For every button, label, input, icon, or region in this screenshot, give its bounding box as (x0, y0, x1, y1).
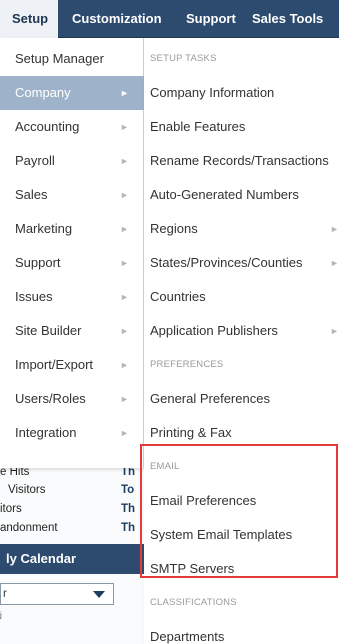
menu-item-payroll[interactable]: Payroll ► (0, 144, 144, 178)
chevron-right-icon: ► (120, 190, 129, 200)
menu-item-setup-manager[interactable]: Setup Manager (0, 42, 144, 76)
submenu-item-general-preferences[interactable]: General Preferences (144, 382, 339, 416)
calendar-portlet-header: ly Calendar (0, 544, 144, 574)
chevron-right-icon: ► (330, 326, 339, 336)
menu-item-issues[interactable]: Issues ► (0, 280, 144, 314)
submenu-item-application-publishers[interactable]: Application Publishers ► (144, 314, 339, 348)
submenu-item-company-information[interactable]: Company Information (144, 76, 339, 110)
menu-item-import-export[interactable]: Import/Export ► (0, 348, 144, 382)
chevron-right-icon: ► (120, 360, 129, 370)
section-header-setup-tasks: SETUP TASKS (150, 53, 217, 64)
menu-item-support[interactable]: Support ► (0, 246, 144, 280)
section-header-classifications: CLASSIFICATIONS (150, 597, 237, 608)
submenu-item-rename-records[interactable]: Rename Records/Transactions (144, 144, 339, 178)
tab-sales-tools[interactable]: Sales Tools (252, 0, 323, 38)
background-bottom-text: ʲ (0, 611, 2, 623)
submenu-item-enable-features[interactable]: Enable Features (144, 110, 339, 144)
submenu-item-regions[interactable]: Regions ► (144, 212, 339, 246)
tab-customization[interactable]: Customization (72, 0, 162, 38)
calendar-title: ly Calendar (6, 551, 77, 566)
chevron-right-icon: ► (330, 224, 339, 234)
background-row: itors Th (0, 503, 136, 515)
chevron-right-icon: ► (120, 88, 129, 98)
menu-item-users-roles[interactable]: Users/Roles ► (0, 382, 144, 416)
chevron-right-icon: ► (330, 258, 339, 268)
submenu-item-departments[interactable]: Departments (144, 620, 339, 644)
setup-menu: Setup Manager Company ► Accounting ► Pay… (0, 38, 144, 468)
chevron-down-icon (93, 591, 105, 598)
section-header-preferences: PREFERENCES (150, 359, 224, 370)
menu-item-integration[interactable]: Integration ► (0, 416, 144, 450)
chevron-right-icon: ► (120, 326, 129, 336)
top-navigation-bar: Setup Customization Support Sales Tools (0, 0, 339, 38)
chevron-right-icon: ► (120, 122, 129, 132)
chevron-right-icon: ► (120, 156, 129, 166)
chevron-right-icon: ► (120, 224, 129, 234)
tab-setup[interactable]: Setup (0, 0, 58, 38)
submenu-item-countries[interactable]: Countries (144, 280, 339, 314)
background-row: andonment Th (0, 522, 136, 534)
submenu-item-auto-generated-numbers[interactable]: Auto-Generated Numbers (144, 178, 339, 212)
menu-item-sales[interactable]: Sales ► (0, 178, 144, 212)
chevron-right-icon: ► (120, 428, 129, 438)
calendar-select[interactable]: r (0, 583, 114, 605)
chevron-right-icon: ► (120, 258, 129, 268)
menu-item-accounting[interactable]: Accounting ► (0, 110, 144, 144)
tab-support[interactable]: Support (186, 0, 236, 38)
chevron-right-icon: ► (120, 394, 129, 404)
background-row: Visitors To (8, 484, 135, 496)
background-row: e Hits Th (0, 466, 136, 478)
menu-item-marketing[interactable]: Marketing ► (0, 212, 144, 246)
email-section-highlight (140, 444, 338, 578)
submenu-item-states-provinces[interactable]: States/Provinces/Counties ► (144, 246, 339, 280)
menu-item-company[interactable]: Company ► (0, 76, 144, 110)
chevron-right-icon: ► (120, 292, 129, 302)
menu-item-site-builder[interactable]: Site Builder ► (0, 314, 144, 348)
